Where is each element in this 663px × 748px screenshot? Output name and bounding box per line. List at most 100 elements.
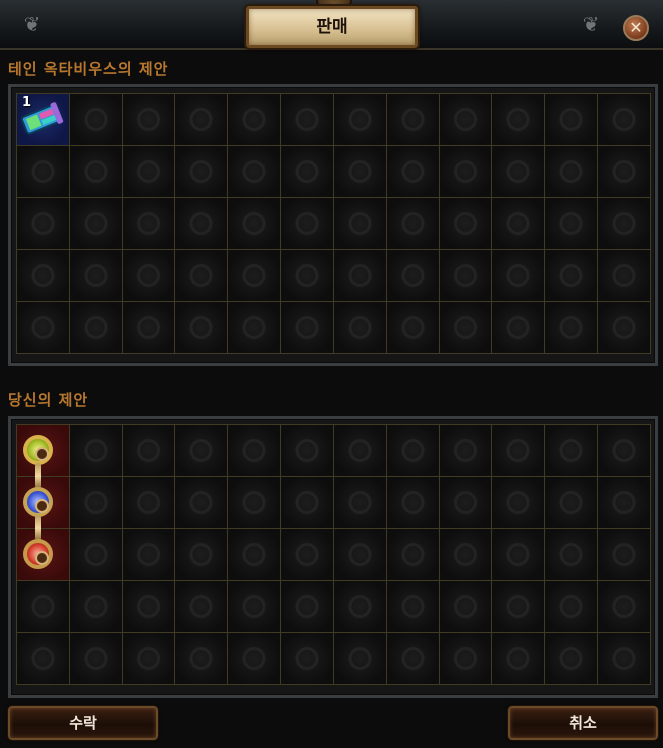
inventory-cell[interactable] bbox=[228, 146, 282, 198]
inventory-cell[interactable] bbox=[386, 529, 440, 581]
inventory-cell[interactable] bbox=[281, 146, 334, 198]
inventory-cell[interactable] bbox=[122, 198, 176, 250]
inventory-cell[interactable] bbox=[492, 146, 546, 198]
inventory-cell[interactable] bbox=[69, 633, 123, 685]
inventory-cell[interactable] bbox=[333, 198, 387, 250]
inventory-cell[interactable] bbox=[492, 581, 546, 633]
inventory-cell[interactable] bbox=[492, 198, 546, 250]
inventory-cell[interactable] bbox=[175, 302, 229, 354]
inventory-cell[interactable] bbox=[545, 529, 599, 581]
inventory-cell[interactable] bbox=[598, 94, 651, 146]
inventory-cell[interactable] bbox=[439, 146, 493, 198]
inventory-cell[interactable] bbox=[439, 94, 493, 146]
inventory-cell[interactable] bbox=[228, 250, 282, 302]
inventory-cell[interactable] bbox=[122, 477, 176, 529]
inventory-cell[interactable] bbox=[386, 425, 440, 477]
inventory-cell[interactable] bbox=[228, 302, 282, 354]
inventory-cell[interactable] bbox=[439, 250, 493, 302]
inventory-cell[interactable] bbox=[17, 633, 70, 685]
inventory-cell[interactable] bbox=[545, 198, 599, 250]
inventory-cell[interactable] bbox=[492, 425, 546, 477]
inventory-cell[interactable] bbox=[598, 198, 651, 250]
inventory-cell[interactable] bbox=[492, 302, 546, 354]
inventory-cell[interactable] bbox=[17, 302, 70, 354]
inventory-cell[interactable] bbox=[122, 302, 176, 354]
inventory-cell[interactable] bbox=[386, 302, 440, 354]
cancel-button[interactable]: 취소 bbox=[507, 705, 659, 741]
inventory-cell[interactable] bbox=[122, 425, 176, 477]
inventory-cell[interactable] bbox=[122, 146, 176, 198]
inventory-cell[interactable] bbox=[281, 529, 334, 581]
inventory-cell[interactable] bbox=[439, 633, 493, 685]
inventory-cell[interactable] bbox=[281, 198, 334, 250]
inventory-cell[interactable] bbox=[598, 581, 651, 633]
inventory-cell[interactable] bbox=[439, 477, 493, 529]
inventory-cell[interactable] bbox=[175, 250, 229, 302]
inventory-cell[interactable] bbox=[69, 250, 123, 302]
inventory-cell[interactable] bbox=[545, 146, 599, 198]
inventory-cell[interactable] bbox=[333, 633, 387, 685]
inventory-cell[interactable] bbox=[598, 425, 651, 477]
inventory-cell[interactable] bbox=[333, 425, 387, 477]
inventory-cell[interactable] bbox=[69, 477, 123, 529]
inventory-cell[interactable] bbox=[333, 94, 387, 146]
inventory-cell[interactable] bbox=[175, 477, 229, 529]
inventory-cell[interactable] bbox=[598, 146, 651, 198]
inventory-cell[interactable] bbox=[17, 146, 70, 198]
inventory-cell[interactable] bbox=[175, 633, 229, 685]
inventory-cell[interactable] bbox=[228, 477, 282, 529]
inventory-cell[interactable] bbox=[228, 425, 282, 477]
inventory-cell[interactable] bbox=[386, 94, 440, 146]
inventory-cell[interactable] bbox=[175, 146, 229, 198]
inventory-cell[interactable] bbox=[386, 146, 440, 198]
linked-ring-icon[interactable] bbox=[17, 425, 69, 581]
inventory-cell[interactable] bbox=[175, 529, 229, 581]
inventory-cell[interactable] bbox=[598, 529, 651, 581]
inventory-cell[interactable] bbox=[439, 425, 493, 477]
inventory-cell[interactable] bbox=[545, 425, 599, 477]
inventory-cell[interactable] bbox=[386, 250, 440, 302]
inventory-cell[interactable] bbox=[492, 250, 546, 302]
inventory-cell[interactable] bbox=[69, 302, 123, 354]
close-button[interactable]: ✕ bbox=[623, 15, 649, 41]
inventory-cell[interactable] bbox=[17, 581, 70, 633]
inventory-cell[interactable] bbox=[281, 302, 334, 354]
inventory-cell[interactable] bbox=[492, 94, 546, 146]
inventory-cell[interactable] bbox=[545, 94, 599, 146]
accept-button[interactable]: 수락 bbox=[7, 705, 159, 741]
inventory-cell[interactable] bbox=[175, 94, 229, 146]
inventory-cell[interactable] bbox=[439, 198, 493, 250]
inventory-cell[interactable] bbox=[386, 477, 440, 529]
inventory-cell[interactable] bbox=[598, 477, 651, 529]
inventory-cell[interactable] bbox=[333, 146, 387, 198]
inventory-cell[interactable] bbox=[228, 198, 282, 250]
inventory-cell[interactable] bbox=[545, 477, 599, 529]
inventory-cell[interactable] bbox=[598, 250, 651, 302]
inventory-cell[interactable] bbox=[69, 425, 123, 477]
inventory-cell[interactable] bbox=[545, 302, 599, 354]
inventory-cell[interactable] bbox=[122, 529, 176, 581]
inventory-cell[interactable] bbox=[492, 529, 546, 581]
inventory-cell[interactable] bbox=[228, 529, 282, 581]
inventory-cell[interactable] bbox=[333, 477, 387, 529]
inventory-cell[interactable] bbox=[333, 302, 387, 354]
inventory-cell[interactable] bbox=[386, 633, 440, 685]
inventory-cell[interactable] bbox=[17, 198, 70, 250]
inventory-cell[interactable] bbox=[598, 302, 651, 354]
inventory-cell[interactable] bbox=[492, 633, 546, 685]
inventory-cell[interactable] bbox=[281, 425, 334, 477]
inventory-cell[interactable] bbox=[439, 302, 493, 354]
inventory-cell[interactable] bbox=[598, 633, 651, 685]
inventory-cell[interactable] bbox=[122, 94, 176, 146]
inventory-cell[interactable] bbox=[122, 633, 176, 685]
inventory-cell[interactable] bbox=[545, 633, 599, 685]
inventory-cell[interactable] bbox=[333, 581, 387, 633]
inventory-cell[interactable] bbox=[281, 477, 334, 529]
inventory-cell[interactable] bbox=[545, 250, 599, 302]
inventory-cell[interactable] bbox=[69, 529, 123, 581]
inventory-cell[interactable] bbox=[175, 198, 229, 250]
inventory-cell[interactable] bbox=[228, 633, 282, 685]
inventory-cell[interactable] bbox=[175, 581, 229, 633]
inventory-cell[interactable] bbox=[545, 581, 599, 633]
inventory-cell[interactable] bbox=[281, 633, 334, 685]
